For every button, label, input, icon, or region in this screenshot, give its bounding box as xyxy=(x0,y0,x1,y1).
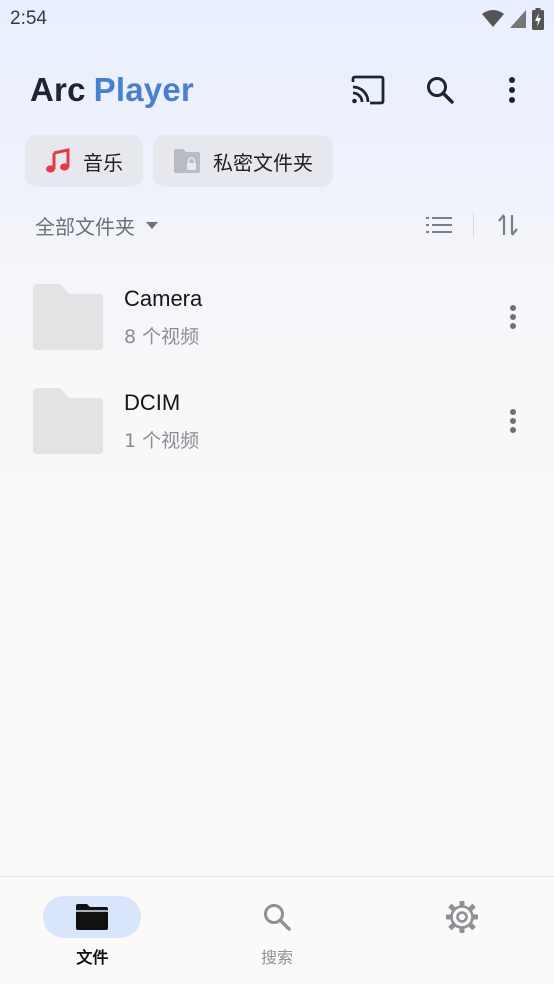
sort-icon xyxy=(498,214,518,236)
status-icons xyxy=(482,8,544,30)
folder-text: Camera 8 个视频 xyxy=(124,286,202,349)
battery-icon xyxy=(532,8,544,30)
app-title-part1: Arc xyxy=(30,71,86,108)
search-button[interactable] xyxy=(420,70,460,110)
chip-private-folder-label: 私密文件夹 xyxy=(213,150,313,175)
more-vertical-icon xyxy=(510,409,516,433)
quick-chips: 音乐 私密文件夹 xyxy=(25,135,333,187)
folder-name: Camera xyxy=(124,285,203,311)
app-title-part2: Player xyxy=(93,71,194,108)
status-time: 2:54 xyxy=(10,8,47,29)
signal-icon xyxy=(510,10,526,28)
app-title: Arc Player xyxy=(30,71,194,109)
app-header: Arc Player xyxy=(0,62,554,118)
more-vertical-icon xyxy=(509,77,515,103)
settings-icon xyxy=(445,901,478,933)
chip-music[interactable]: 音乐 xyxy=(25,135,143,187)
folder-filter-dropdown[interactable]: 全部文件夹 xyxy=(35,211,159,240)
nav-files[interactable]: 文件 xyxy=(0,877,185,984)
dropdown-arrow-icon xyxy=(146,222,158,229)
folder-item-camera[interactable]: Camera 8 个视频 xyxy=(0,265,554,369)
search-icon xyxy=(427,77,454,104)
folder-list: Camera 8 个视频 DCIM 1 个视频 xyxy=(0,265,554,473)
search-icon xyxy=(264,904,291,931)
more-options-button[interactable] xyxy=(492,70,532,110)
divider xyxy=(473,213,474,237)
folder-item-dcim[interactable]: DCIM 1 个视频 xyxy=(0,369,554,473)
nav-files-label: 文件 xyxy=(76,948,109,967)
sort-button[interactable] xyxy=(488,205,528,245)
list-view-button[interactable] xyxy=(419,205,459,245)
chip-private-folder[interactable]: 私密文件夹 xyxy=(153,135,333,187)
header-actions xyxy=(348,70,532,110)
cast-button[interactable] xyxy=(348,70,388,110)
folder-icon xyxy=(33,284,103,350)
folder-icon xyxy=(33,388,103,454)
folder-more-button[interactable] xyxy=(498,297,528,337)
music-note-icon xyxy=(46,148,70,173)
nav-settings-pill xyxy=(413,896,511,938)
wifi-icon xyxy=(482,10,504,27)
nav-files-pill xyxy=(43,896,142,938)
folder-text: DCIM 1 个视频 xyxy=(124,390,199,453)
bottom-nav: 文件 搜索 xyxy=(0,876,554,984)
chip-music-label: 音乐 xyxy=(83,150,123,175)
nav-search-pill xyxy=(228,896,326,938)
cast-icon xyxy=(351,75,385,105)
folder-video-count: 1 个视频 xyxy=(124,429,200,452)
folder-video-count: 8 个视频 xyxy=(124,325,200,348)
nav-search[interactable]: 搜索 xyxy=(185,877,370,984)
nav-settings[interactable] xyxy=(369,877,554,984)
list-view-icon xyxy=(426,217,452,233)
nav-search-label: 搜索 xyxy=(261,948,294,967)
folder-icon xyxy=(76,904,109,930)
status-bar: 2:54 xyxy=(0,0,554,38)
filter-row: 全部文件夹 xyxy=(0,205,554,245)
lock-folder-icon xyxy=(174,149,200,173)
folder-filter-label: 全部文件夹 xyxy=(35,214,135,239)
folder-more-button[interactable] xyxy=(498,401,528,441)
more-vertical-icon xyxy=(510,305,516,329)
view-controls xyxy=(419,205,528,245)
folder-name: DCIM xyxy=(124,389,181,415)
